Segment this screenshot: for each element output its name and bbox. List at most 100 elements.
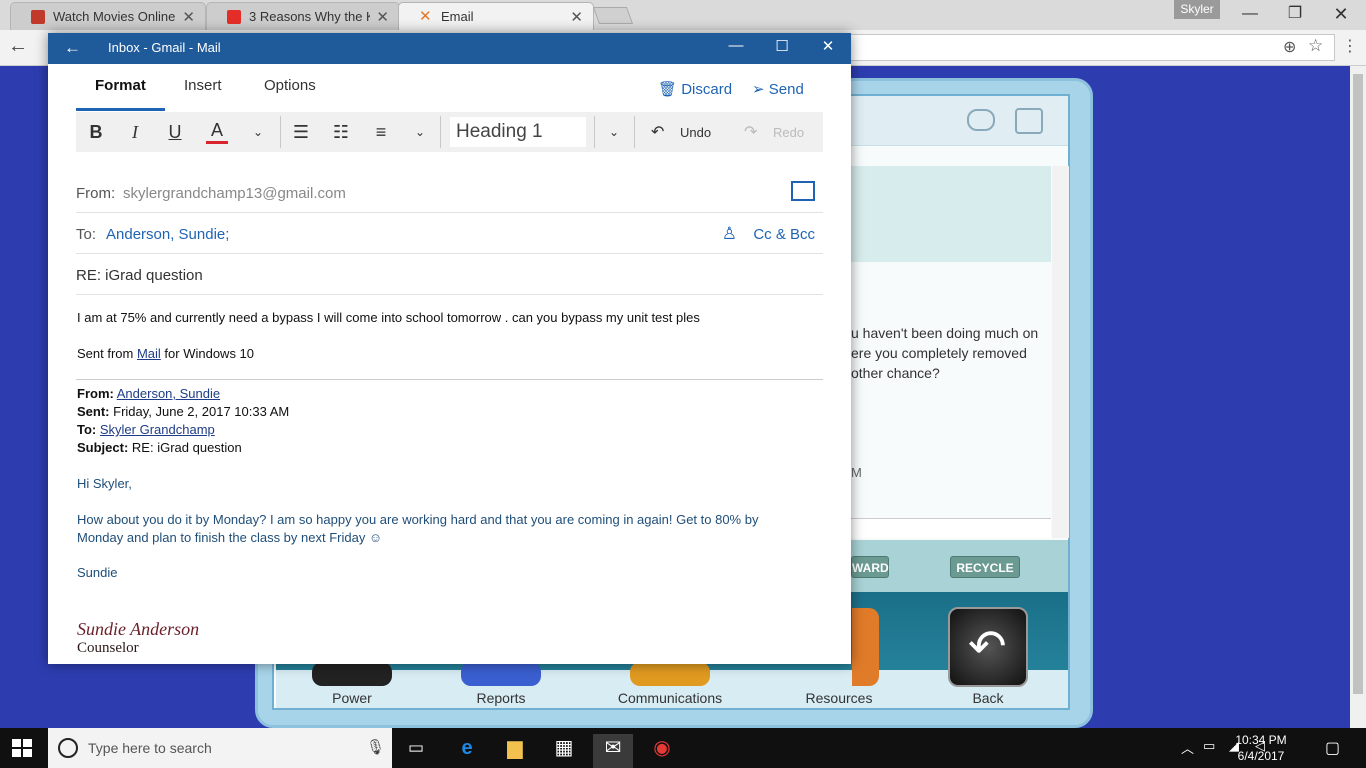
maximize-button[interactable]: ☐: [767, 37, 797, 55]
windows-start-icon[interactable]: [12, 739, 32, 757]
bullet-list-icon[interactable]: ☰: [289, 120, 313, 144]
forward-button[interactable]: WARD: [851, 556, 889, 578]
chat-icon[interactable]: [967, 109, 995, 131]
quoted-sent-label: Sent:: [77, 404, 110, 419]
close-button[interactable]: ✕: [813, 37, 843, 55]
reports-icon[interactable]: [461, 662, 541, 686]
quoted-from-label: From:: [77, 386, 114, 401]
message-line: u haven't been doing much on: [851, 325, 1039, 341]
scrollbar-thumb[interactable]: [1353, 74, 1363, 694]
tab-watch-movies[interactable]: Watch Movies Online ✕: [10, 2, 206, 30]
settings-sliders-icon[interactable]: [1015, 108, 1043, 134]
dock-label-back[interactable]: Back: [928, 690, 1048, 706]
tab-youtube[interactable]: 3 Reasons Why the Kings ✕: [206, 2, 400, 30]
task-view-icon[interactable]: ▭: [396, 734, 436, 768]
address-bar[interactable]: [845, 34, 1335, 61]
dock-label-power[interactable]: Power: [292, 690, 412, 706]
sent-from-line: Sent from Mail for Windows 10: [77, 346, 254, 361]
browser-back-icon[interactable]: ←: [8, 35, 28, 58]
from-row: From: skylergrandchamp13@gmail.com: [76, 173, 823, 213]
page-scrollbar[interactable]: [1350, 66, 1366, 728]
quoted-from-link[interactable]: Anderson, Sundie: [117, 386, 220, 401]
tab-close-icon[interactable]: ✕: [182, 8, 195, 26]
send-button[interactable]: ➢ Send: [752, 80, 804, 98]
tab-title: Watch Movies Online: [53, 9, 176, 24]
back-arrow-icon[interactable]: ←: [64, 38, 81, 58]
bookmark-star-icon[interactable]: ☆: [1308, 36, 1323, 56]
italic-icon[interactable]: I: [124, 120, 146, 144]
tab-title: Email: [441, 9, 474, 24]
dock-label-resources[interactable]: Resources: [779, 690, 899, 706]
new-tab-button[interactable]: [592, 7, 634, 24]
system-clock[interactable]: 10:34 PM 6/4/2017: [1228, 732, 1294, 764]
format-toolbar: B I U A ⌄ ☰ ☷ ≡ ⌄ Heading 1 ⌄ ↶ Undo ↷ R…: [76, 112, 823, 152]
edge-browser-icon[interactable]: e: [447, 734, 487, 768]
toolbar-divider: [280, 116, 281, 148]
subject-field[interactable]: RE: iGrad question: [76, 267, 203, 284]
minimize-button[interactable]: —: [721, 37, 751, 54]
search-placeholder: Type here to search: [88, 740, 212, 756]
numbered-list-icon[interactable]: ☷: [329, 120, 353, 144]
align-icon[interactable]: ≡: [369, 120, 393, 144]
signature-name: Sundie Anderson: [77, 619, 200, 639]
signature-title: Counselor: [77, 640, 139, 656]
close-button[interactable]: ✕: [1318, 0, 1364, 28]
quoted-sent: Sent: Friday, June 2, 2017 10:33 AM: [77, 404, 289, 419]
toolbar-divider: [440, 116, 441, 148]
show-hidden-icons-icon[interactable]: ︿: [1181, 738, 1194, 757]
discard-button[interactable]: 🗑 Discard: [658, 80, 732, 98]
taskbar-search[interactable]: Type here to search 🎙: [48, 728, 392, 768]
restore-button[interactable]: ❐: [1272, 0, 1318, 28]
tab-format[interactable]: Format: [76, 77, 165, 111]
add-contact-icon[interactable]: ♙: [722, 224, 737, 244]
store-icon[interactable]: ▦: [544, 734, 584, 768]
tab-insert[interactable]: Insert: [184, 77, 222, 111]
quoted-to-link[interactable]: Skyler Grandchamp: [100, 422, 215, 437]
dock-label-communications[interactable]: Communications: [600, 690, 740, 706]
communications-icon[interactable]: [630, 662, 710, 686]
paragraph-style-select[interactable]: Heading 1: [450, 117, 586, 147]
microphone-icon[interactable]: 🎙: [366, 738, 385, 756]
mail-app-icon[interactable]: ✉: [593, 734, 633, 768]
profile-button[interactable]: Skyler: [1174, 0, 1220, 19]
youtube-favicon-icon: [227, 9, 241, 24]
back-arrow-icon[interactable]: ↶: [948, 607, 1028, 687]
power-icon[interactable]: [312, 662, 392, 686]
toolbar-divider: [634, 116, 635, 148]
chevron-down-icon[interactable]: ⌄: [410, 120, 430, 144]
quoted-from: From: Anderson, Sundie: [77, 386, 220, 401]
tab-email[interactable]: ✕ Email ✕: [398, 2, 594, 30]
chevron-down-icon[interactable]: ⌄: [604, 120, 624, 144]
zoom-icon[interactable]: ⊕: [1283, 37, 1296, 57]
pop-out-icon[interactable]: [791, 181, 815, 201]
quoted-line: How about you do it by Monday? I am so h…: [77, 512, 759, 527]
redo-button[interactable]: ↷ Redo: [744, 122, 804, 142]
mail-link[interactable]: Mail: [137, 346, 161, 361]
recycle-button[interactable]: RECYCLE: [950, 556, 1020, 578]
chevron-down-icon[interactable]: ⌄: [248, 120, 268, 144]
message-body[interactable]: I am at 75% and currently need a bypass …: [77, 310, 700, 325]
bold-icon[interactable]: B: [85, 120, 107, 144]
minimize-button[interactable]: —: [1227, 0, 1273, 28]
message-scrollbar[interactable]: [1052, 166, 1069, 538]
cc-bcc-button[interactable]: Cc & Bcc: [753, 226, 815, 243]
underline-icon[interactable]: U: [164, 120, 186, 144]
tab-options[interactable]: Options: [264, 77, 316, 111]
clock-date: 6/4/2017: [1237, 749, 1285, 763]
undo-button[interactable]: ↶ Undo: [651, 122, 711, 142]
file-explorer-icon[interactable]: ▆: [495, 734, 535, 768]
tab-close-icon[interactable]: ✕: [376, 8, 389, 26]
from-label: From:: [76, 185, 116, 202]
message-footer: [851, 518, 1051, 538]
to-field[interactable]: Anderson, Sundie;: [106, 226, 229, 243]
dock-label-reports[interactable]: Reports: [441, 690, 561, 706]
browser-menu-icon[interactable]: ⋮: [1342, 36, 1358, 56]
font-color-icon[interactable]: A: [206, 120, 228, 144]
tab-close-icon[interactable]: ✕: [570, 8, 583, 26]
quoted-sent-value: Friday, June 2, 2017 10:33 AM: [113, 404, 290, 419]
resources-icon[interactable]: [852, 608, 879, 686]
power-status-icon[interactable]: ▭: [1203, 738, 1215, 754]
from-field[interactable]: skylergrandchamp13@gmail.com: [123, 185, 346, 202]
action-center-icon[interactable]: ▢: [1325, 738, 1340, 758]
chrome-icon[interactable]: ◉: [642, 734, 682, 768]
